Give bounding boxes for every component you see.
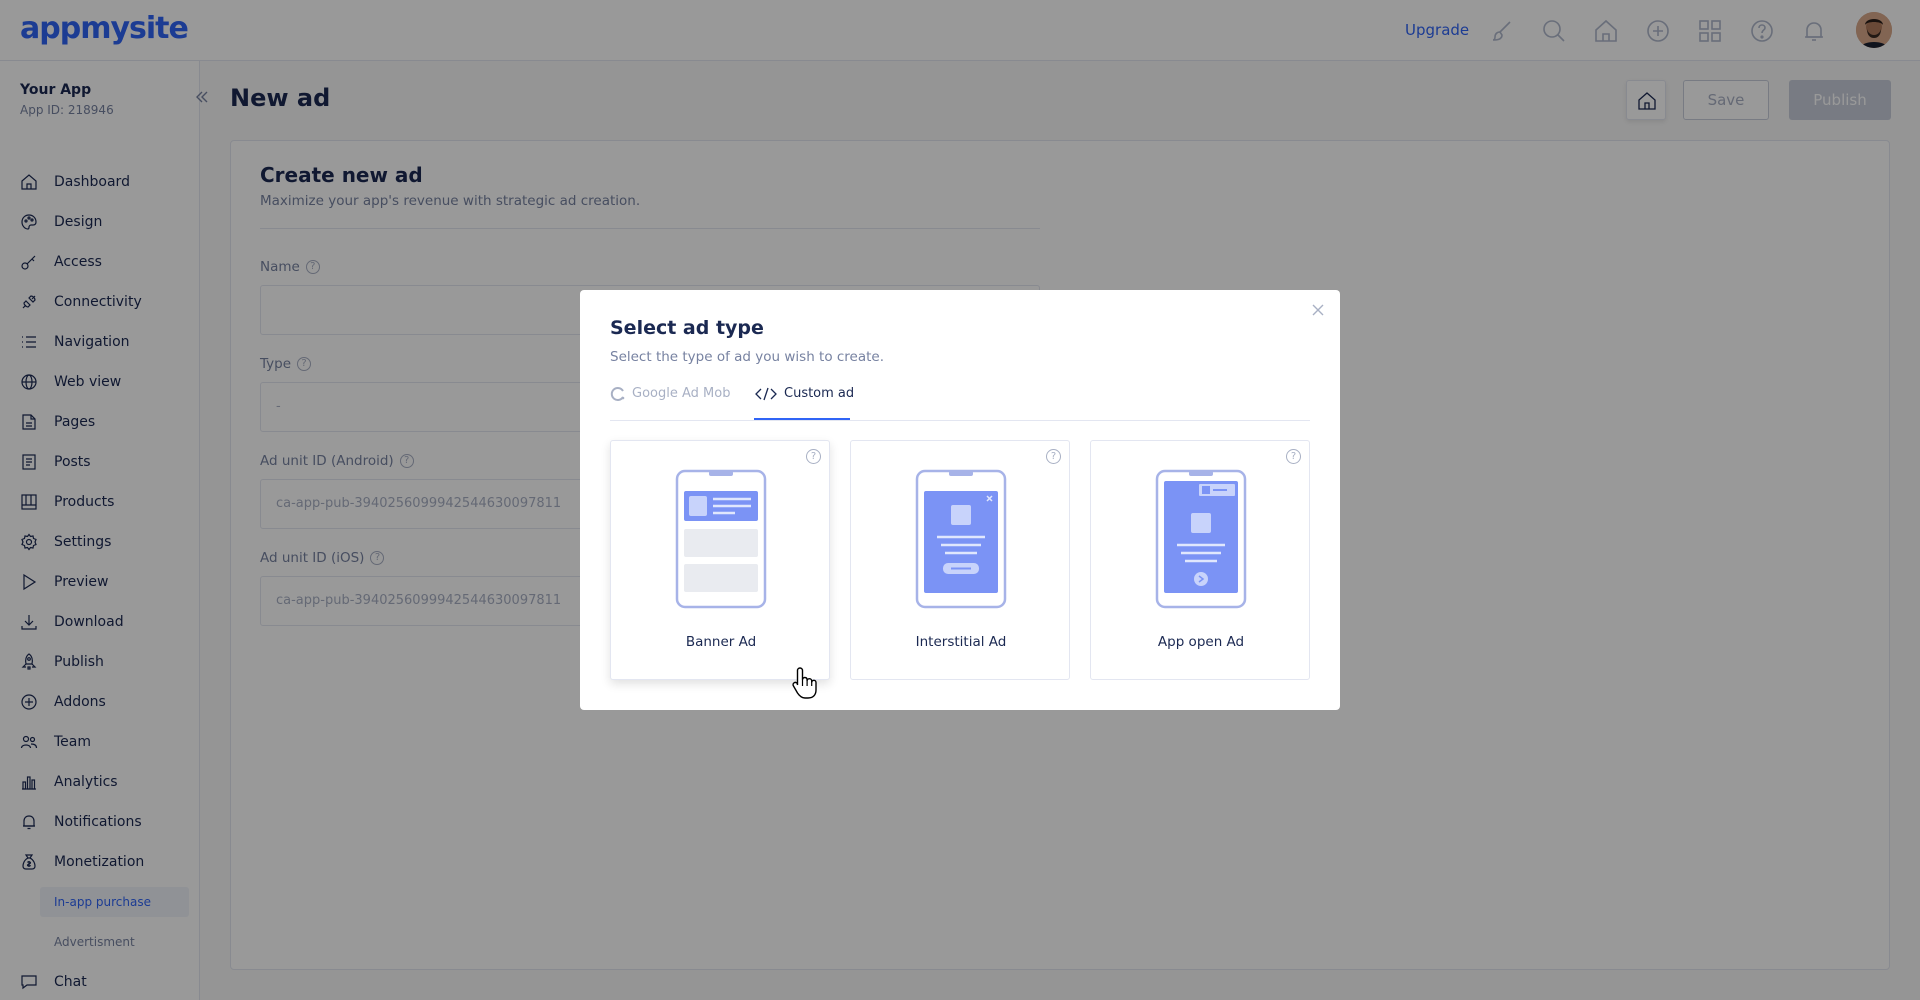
help-icon[interactable]: ? — [806, 449, 821, 464]
select-ad-type-modal: Select ad type Select the type of ad you… — [580, 290, 1340, 710]
hand-cursor-icon — [792, 666, 818, 700]
banner-ad-card[interactable]: ? Banner Ad — [610, 440, 830, 680]
app-open-ad-illustration — [1155, 469, 1247, 609]
app-open-ad-card[interactable]: ? App open Ad — [1090, 440, 1310, 680]
code-icon — [754, 385, 778, 403]
modal-title: Select ad type — [610, 317, 764, 339]
tab-label: Google Ad Mob — [632, 386, 731, 401]
tab-label: Custom ad — [784, 386, 855, 401]
help-icon[interactable]: ? — [1046, 449, 1061, 464]
ad-type-label: Interstitial Ad — [915, 634, 1007, 650]
ad-type-label: Banner Ad — [685, 634, 757, 650]
modal-subtitle: Select the type of ad you wish to create… — [610, 349, 885, 365]
admob-icon — [610, 386, 626, 402]
interstitial-ad-illustration — [915, 469, 1007, 609]
ad-type-label: App open Ad — [1157, 634, 1245, 650]
interstitial-ad-card[interactable]: ? Interstitial Ad — [850, 440, 1070, 680]
close-icon[interactable] — [1310, 302, 1326, 318]
active-tab-indicator — [754, 418, 850, 420]
banner-ad-illustration — [675, 469, 767, 609]
help-icon[interactable]: ? — [1286, 449, 1301, 464]
tabs-divider — [610, 420, 1310, 421]
